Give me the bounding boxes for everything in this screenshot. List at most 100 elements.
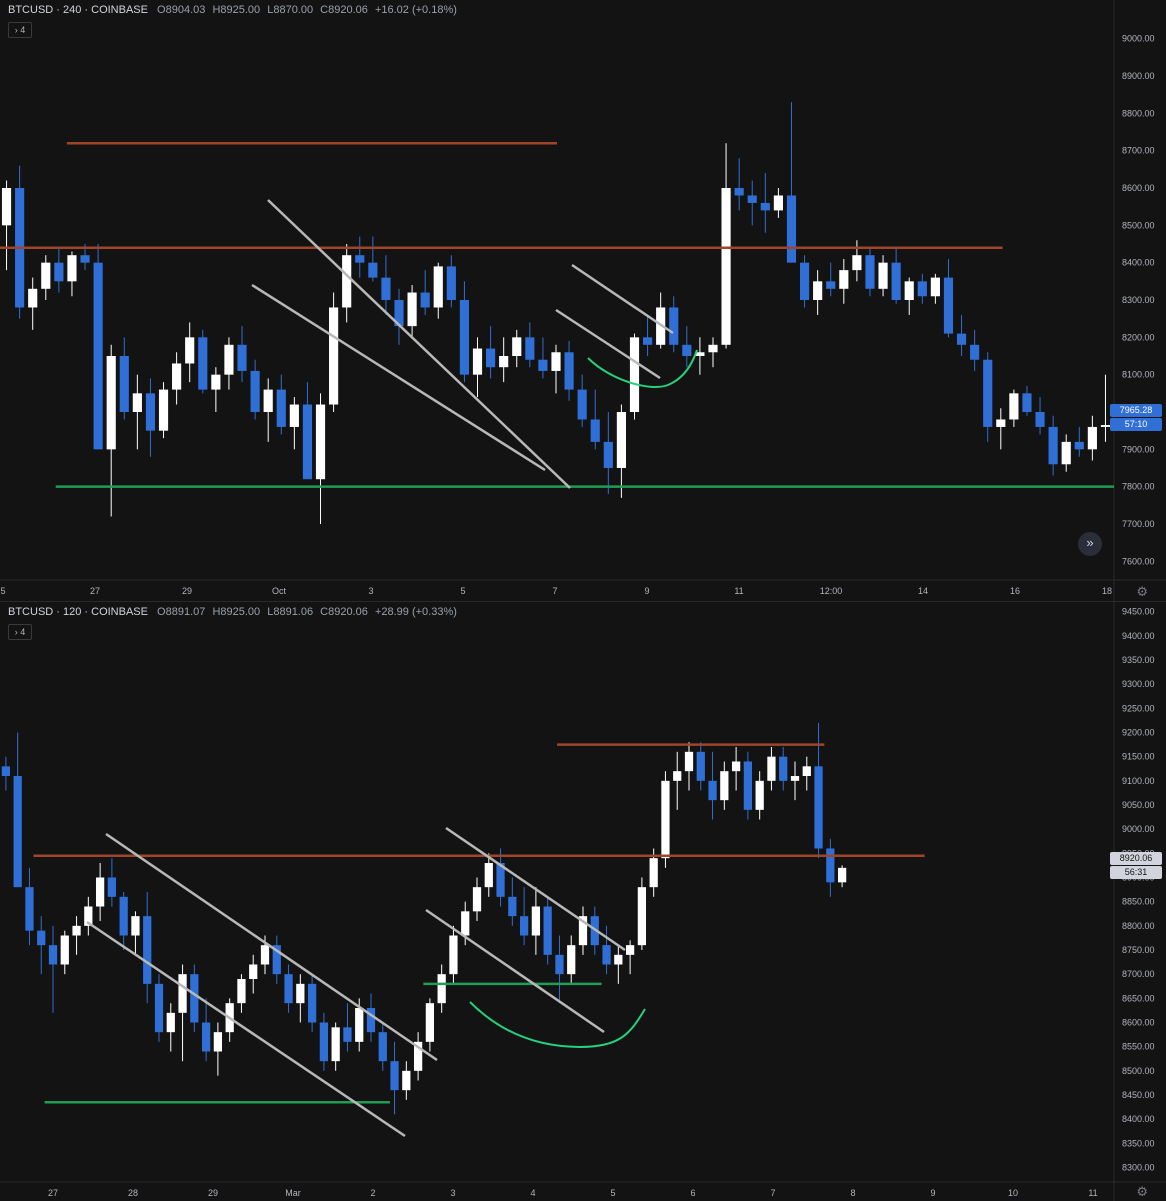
candle-body [190, 974, 199, 1023]
legend-bottom: BTCUSD · 120 · COINBASE O8891.07 H8925.0… [8, 606, 461, 618]
candle-body [891, 262, 901, 300]
candle-body [213, 1032, 223, 1052]
candle-body [1, 188, 12, 226]
y-tick-label: 9300.00 [1122, 679, 1155, 689]
candle-body [721, 188, 731, 345]
candle-body [390, 1061, 399, 1091]
chart-panel-bottom[interactable]: 9450.00 9400.00 9350.00 9300.00 9250.00 9200.… [0, 601, 1166, 1201]
candle-body [250, 370, 260, 412]
candle-body [731, 761, 741, 772]
candle-body [472, 887, 482, 912]
candle-body [649, 858, 658, 888]
candle-body [459, 300, 470, 375]
candle-body [970, 344, 980, 360]
candle-body [996, 419, 1006, 427]
y-tick-label: 8800.00 [1122, 108, 1155, 118]
candle-body [368, 262, 378, 278]
y-tick-label: 9200.00 [1122, 728, 1155, 738]
candle-body [237, 979, 246, 1004]
candle-body [449, 935, 458, 975]
legend-high: H8925.00 [212, 606, 261, 618]
x-tick-label: 14 [918, 586, 928, 596]
channel-line[interactable] [571, 263, 674, 335]
candle-body [402, 1070, 411, 1091]
rounded-bottom-curve[interactable] [587, 349, 698, 388]
x-tick-label: 27 [48, 1188, 58, 1198]
candle-body [407, 292, 417, 327]
chart-canvas-bottom[interactable]: 9450.00 9400.00 9350.00 9300.00 9250.00 9200.… [0, 602, 1166, 1201]
candle-body [93, 262, 103, 450]
x-tick-label: 9 [930, 1188, 935, 1198]
x-tick-label: 8 [850, 1188, 855, 1198]
legend-open: O8904.03 [157, 4, 206, 16]
legend-symbol[interactable]: BTCUSD · 120 · COINBASE [8, 606, 148, 618]
countdown-label: 56:31 [1110, 866, 1162, 879]
candle-body [329, 307, 339, 405]
x-tick-label: 11 [1088, 1188, 1097, 1198]
candle-body [437, 974, 446, 1004]
last-price-label: 8920.06 [1110, 852, 1162, 865]
candle-body [224, 344, 234, 375]
x-tick-label: 18 [1102, 586, 1112, 596]
candle-body [172, 363, 182, 390]
candle-body [486, 348, 496, 368]
candle-body [930, 277, 940, 297]
candle-body [343, 1027, 352, 1042]
legend-close: C8920.06 [320, 4, 368, 16]
y-tick-label: 7600.00 [1122, 556, 1155, 566]
candle-body [25, 887, 34, 931]
candle-body [263, 389, 273, 412]
candle-body [80, 255, 90, 263]
x-tick-label: 7 [770, 1188, 775, 1198]
settings-gear-icon[interactable]: ⚙ [1136, 1184, 1148, 1200]
y-tick-label: 8800.00 [1122, 921, 1155, 931]
candle-body [54, 262, 64, 282]
x-tick-label: 11 [734, 586, 743, 596]
scroll-to-realtime-button[interactable]: » [1078, 532, 1102, 556]
last-price-label: 7965.28 [1110, 404, 1162, 417]
candle-body [904, 281, 914, 300]
indicators-toggle[interactable]: › 4 [8, 22, 32, 38]
y-tick-label: 8350.00 [1122, 1138, 1155, 1148]
indicator-count: 4 [20, 25, 26, 35]
rounded-bottom-curve[interactable] [469, 1001, 646, 1049]
y-tick-label: 8700.00 [1122, 146, 1155, 156]
candle-body [131, 916, 140, 936]
chart-panel-top[interactable]: 9000.00 8900.00 8800.00 8700.00 8600.00 8500.… [0, 0, 1166, 601]
candle-body [355, 1008, 364, 1042]
candle-body [508, 896, 517, 917]
y-tick-label: 8600.00 [1122, 183, 1155, 193]
candle-body [201, 1022, 211, 1052]
candle-body [355, 255, 365, 263]
y-tick-label: 9450.00 [1122, 607, 1155, 617]
candle-body [747, 195, 757, 203]
candle-body [381, 277, 391, 300]
candle-body [48, 945, 58, 965]
candle-body [519, 916, 529, 936]
indicators-toggle[interactable]: › 4 [8, 624, 32, 640]
candle-body [331, 1027, 340, 1062]
candle-body [661, 780, 670, 859]
candle-body [682, 344, 692, 356]
legend-top: BTCUSD · 240 · COINBASE O8904.03 H8925.0… [8, 4, 461, 16]
y-tick-label: 8600.00 [1122, 1018, 1155, 1028]
candle-body [512, 337, 522, 356]
chart-canvas-top[interactable]: 9000.00 8900.00 8800.00 8700.00 8600.00 8500.… [0, 0, 1166, 601]
candle-body [734, 188, 744, 196]
candle-body [614, 954, 623, 965]
legend-symbol[interactable]: BTCUSD · 240 · COINBASE [8, 4, 148, 16]
candle-body [72, 925, 81, 936]
channel-line[interactable] [267, 199, 571, 489]
y-tick-label: 8500.00 [1122, 220, 1155, 230]
y-tick-label: 8700.00 [1122, 969, 1155, 979]
settings-gear-icon[interactable]: ⚙ [1136, 584, 1148, 600]
candle-body [555, 954, 564, 975]
y-tick-label: 9100.00 [1122, 776, 1155, 786]
x-tick-label: 28 [128, 1188, 138, 1198]
candle-body [107, 877, 117, 897]
y-tick-label: 9050.00 [1122, 800, 1155, 810]
candle-body [289, 404, 299, 427]
candle-body [673, 771, 682, 781]
candle-body [249, 964, 258, 979]
candle-body [185, 337, 195, 364]
